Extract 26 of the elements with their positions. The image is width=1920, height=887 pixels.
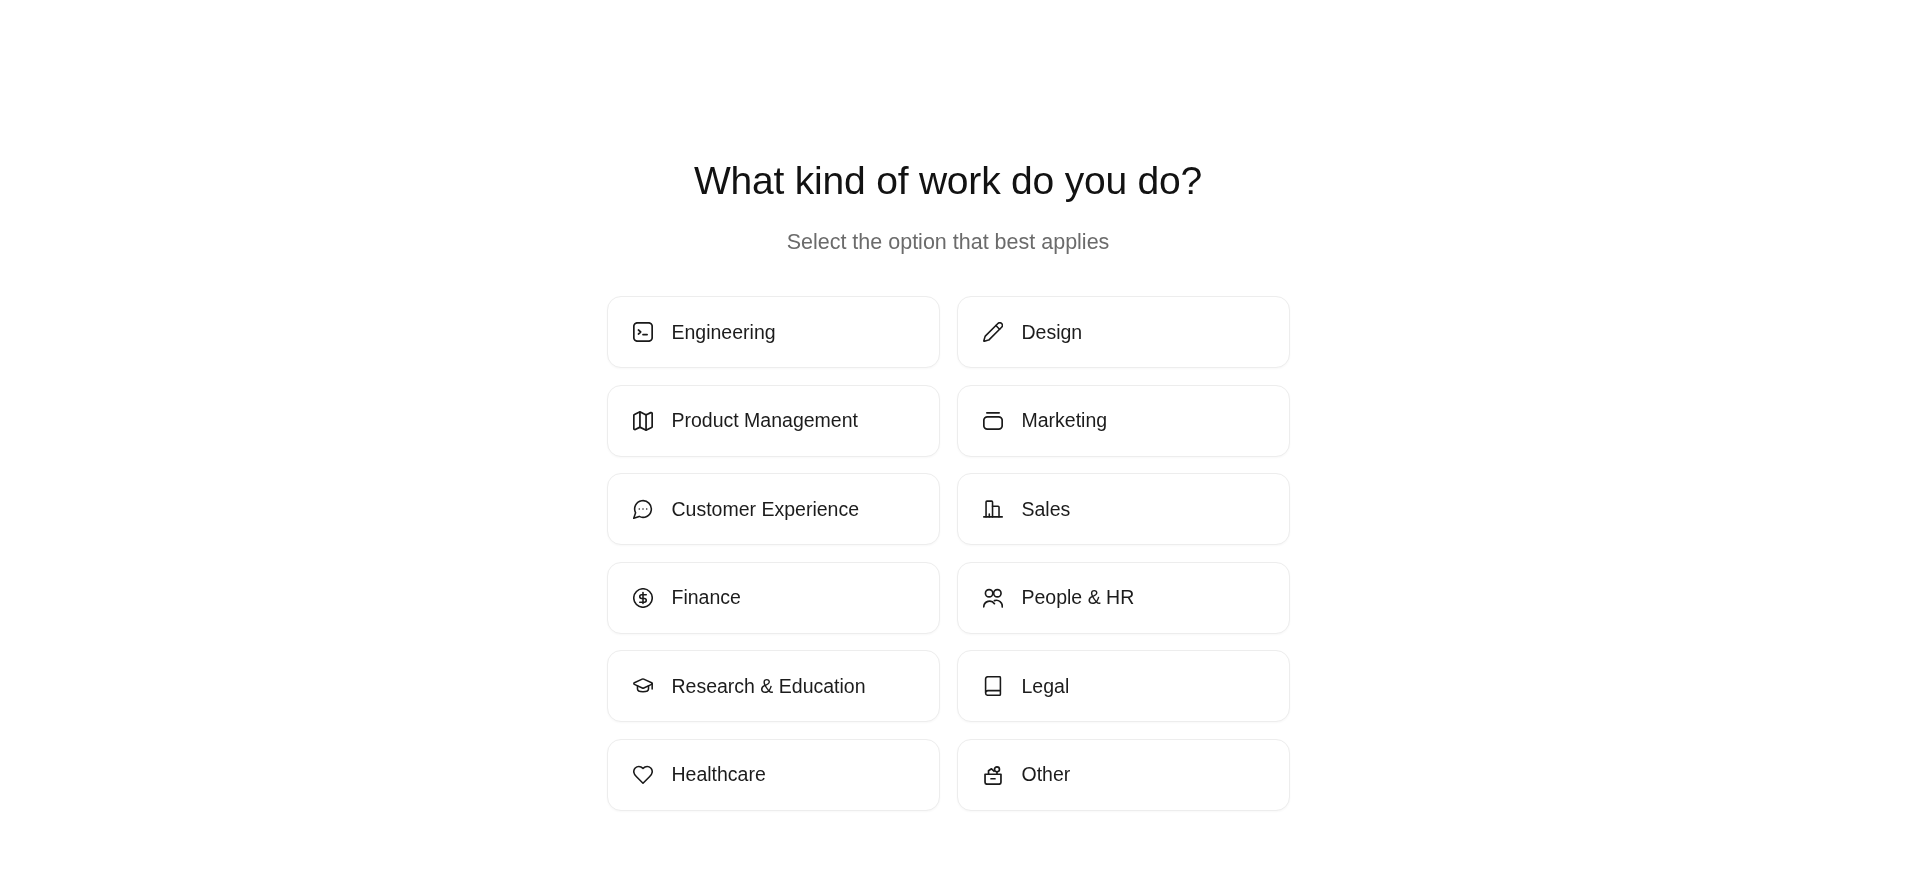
- option-button[interactable]: Healthcare: [606, 738, 940, 811]
- option-button[interactable]: Research & Education: [606, 650, 940, 722]
- option-button[interactable]: Sales: [956, 473, 1290, 545]
- option-button[interactable]: Customer Experience: [606, 473, 940, 545]
- option-button[interactable]: Design: [956, 296, 1290, 368]
- chat-bubble-icon: [632, 499, 653, 519]
- book-icon: [982, 676, 1003, 696]
- option-button[interactable]: Marketing: [956, 384, 1290, 457]
- basket-icon: [982, 764, 1003, 785]
- map-icon: [632, 410, 653, 431]
- dollar-icon: [632, 587, 653, 608]
- tray-icon: [982, 410, 1003, 431]
- graduation-cap-icon: [632, 676, 653, 696]
- option-button[interactable]: People & HR: [956, 561, 1290, 634]
- option-button[interactable]: Engineering: [606, 296, 940, 368]
- page-title: What kind of work do you do?: [693, 158, 1203, 204]
- option-button[interactable]: Legal: [956, 650, 1290, 722]
- heart-icon: [632, 764, 653, 785]
- option-button[interactable]: Other: [956, 738, 1290, 811]
- terminal-icon: [632, 322, 653, 342]
- option-button[interactable]: Product Management: [606, 384, 940, 457]
- users-icon: [982, 587, 1003, 608]
- pencil-icon: [982, 322, 1003, 342]
- option-button[interactable]: Finance: [606, 561, 940, 634]
- buildings-icon: [982, 499, 1003, 519]
- page-subtitle: Select the option that best applies: [786, 229, 1110, 256]
